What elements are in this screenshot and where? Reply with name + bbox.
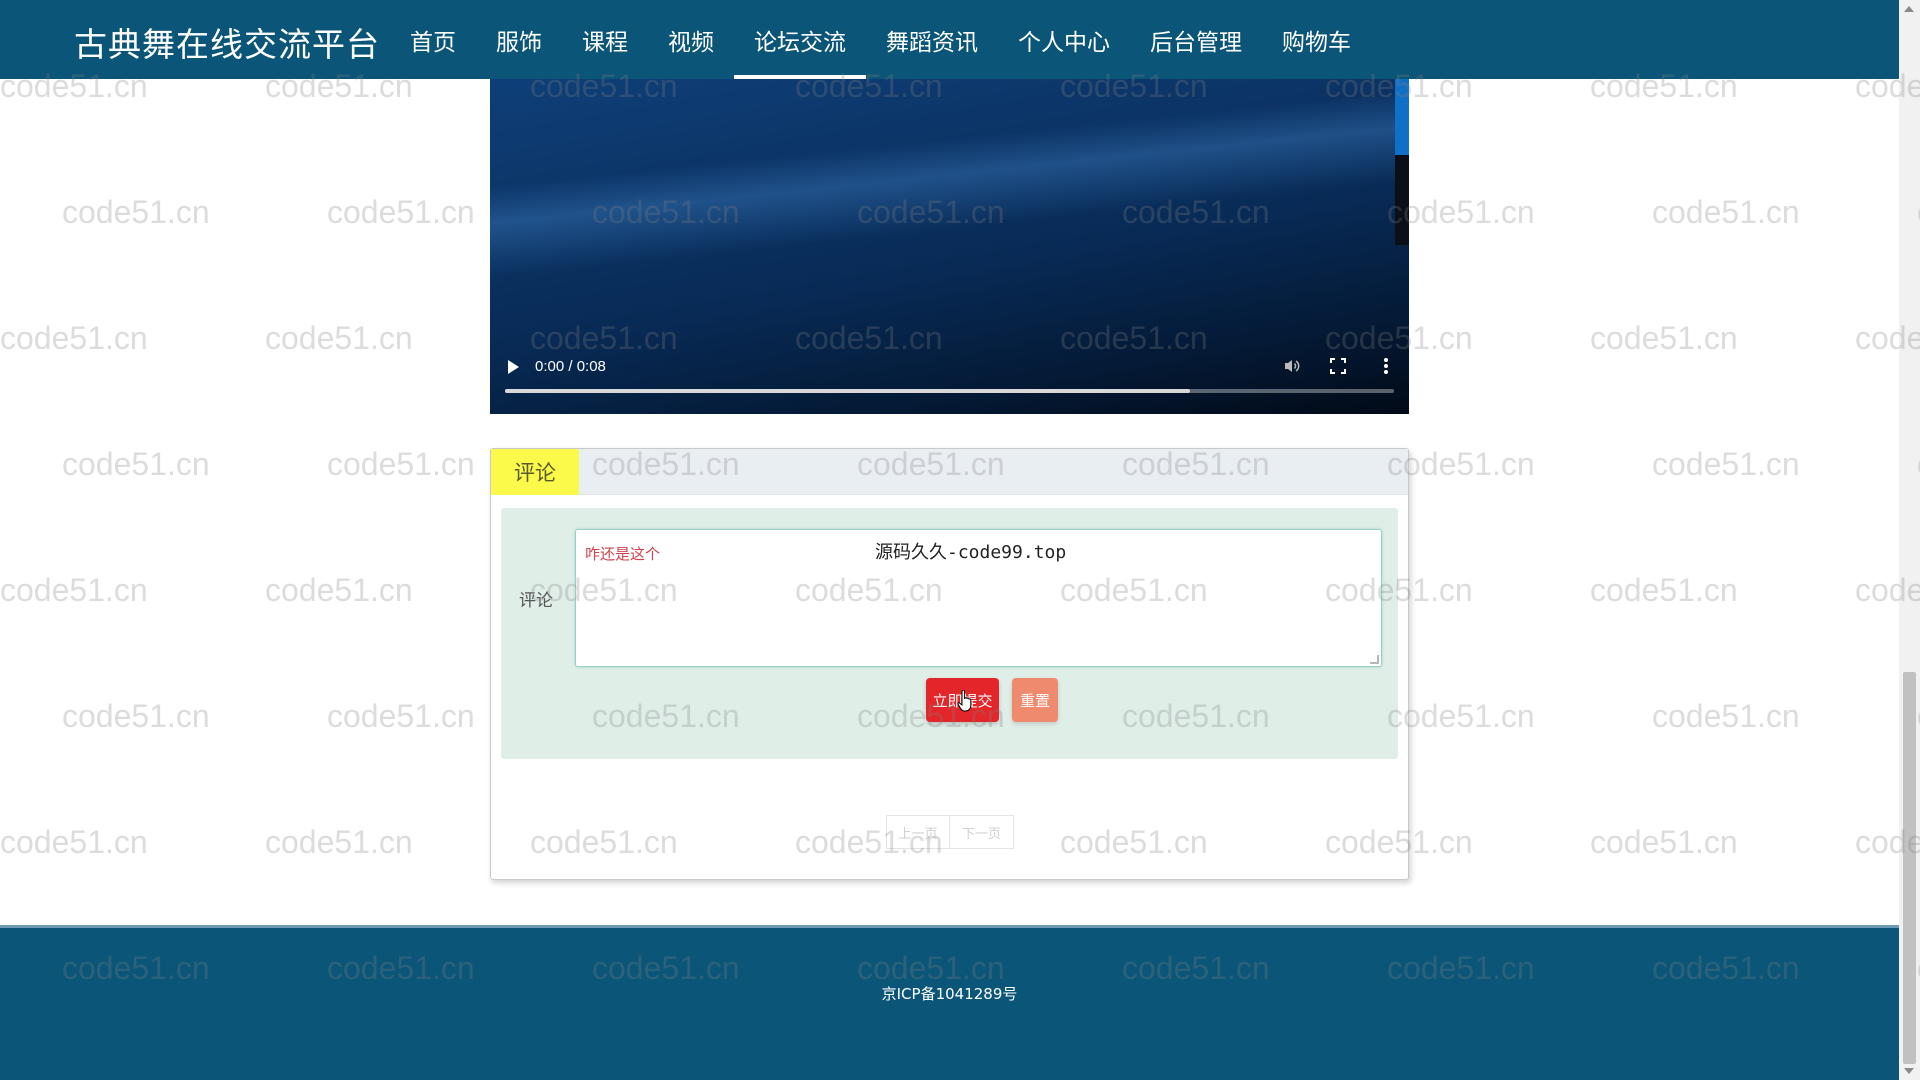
scroll-up-arrow-icon[interactable] <box>1904 6 1914 12</box>
nav-item-forum[interactable]: 论坛交流 <box>734 0 866 79</box>
nav-item-label: 课程 <box>582 29 628 56</box>
watermark-text: code51.cn <box>327 698 475 734</box>
scroll-thumb[interactable] <box>1903 672 1916 1064</box>
video-time: 0:00 / 0:08 <box>535 358 606 375</box>
watermark-text: code51.cn <box>0 824 148 860</box>
volume-icon[interactable] <box>1283 357 1301 375</box>
hand-cursor-icon <box>957 689 972 712</box>
comment-field-label: 评论 <box>519 591 553 611</box>
watermark-text: code51.cn <box>265 824 413 860</box>
resize-grip-icon[interactable] <box>1370 655 1379 664</box>
nav-item-video[interactable]: 视频 <box>648 0 734 79</box>
watermark-text: code51.cn <box>327 194 475 230</box>
watermark-text: code51.cn <box>1590 572 1738 608</box>
prev-page-button[interactable]: 上一页 <box>886 815 950 849</box>
nav-item-admin[interactable]: 后台管理 <box>1130 0 1262 79</box>
nav-item-label: 个人中心 <box>1018 29 1110 56</box>
reset-button[interactable]: 重置 <box>1012 678 1058 722</box>
watermark-text: code51.cn <box>62 698 210 734</box>
watermark-text: code51.cn <box>265 320 413 356</box>
video-frame-edge <box>1395 79 1409 155</box>
nav-item-personal-center[interactable]: 个人中心 <box>998 0 1130 79</box>
video-player[interactable]: 0:00 / 0:08 <box>490 79 1409 414</box>
comment-panel-title: 评论 <box>491 449 579 495</box>
nav-item-dance-news[interactable]: 舞蹈资讯 <box>866 0 998 79</box>
watermark-text: code51.cn <box>1387 446 1535 482</box>
watermark-text: code51.cn <box>1590 824 1738 860</box>
comment-panel: 评论 评论 咋还是这个 立即提交 重置 上一页 下一页 <box>490 448 1409 880</box>
nav-item-label: 首页 <box>410 29 456 56</box>
nav-item-course[interactable]: 课程 <box>562 0 648 79</box>
watermark-text: code51.cn <box>62 446 210 482</box>
watermark-text: code51.cn <box>1652 194 1800 230</box>
nav-item-label: 后台管理 <box>1150 29 1242 56</box>
watermark-text: code51.cn <box>1652 446 1800 482</box>
video-controls: 0:00 / 0:08 <box>490 334 1409 414</box>
more-options-icon[interactable] <box>1381 356 1391 376</box>
watermark-text: code51.cn <box>0 572 148 608</box>
fullscreen-icon[interactable] <box>1329 357 1347 375</box>
watermark-overlay-text: 源码久久-code99.top <box>875 542 1067 563</box>
watermark-text: code51.cn <box>62 194 210 230</box>
play-icon[interactable] <box>506 359 520 375</box>
site-footer: 京ICP备1041289号 <box>0 925 1899 1080</box>
nav-item-label: 购物车 <box>1282 29 1351 56</box>
page-scrollbar[interactable] <box>1899 0 1920 1080</box>
nav-item-label: 舞蹈资讯 <box>886 29 978 56</box>
main-nav: 首页 服饰 课程 视频 论坛交流 舞蹈资讯 个人中心 后台管理 购物车 <box>390 0 1371 79</box>
icp-record[interactable]: 京ICP备1041289号 <box>0 983 1899 1004</box>
nav-item-label: 论坛交流 <box>754 29 846 56</box>
comment-textarea-value: 咋还是这个 <box>585 545 661 563</box>
watermark-text: code51.cn <box>1387 698 1535 734</box>
nav-item-label: 视频 <box>668 29 714 56</box>
watermark-text: code51.cn <box>327 446 475 482</box>
nav-item-costume[interactable]: 服饰 <box>476 0 562 79</box>
watermark-text: code51.cn <box>265 572 413 608</box>
watermark-text: code51.cn <box>0 320 148 356</box>
site-brand[interactable]: 古典舞在线交流平台 <box>74 18 380 66</box>
video-progress-bar[interactable] <box>505 389 1394 393</box>
nav-item-cart[interactable]: 购物车 <box>1262 0 1371 79</box>
next-page-button[interactable]: 下一页 <box>950 815 1014 849</box>
watermark-text: code51.cn <box>1652 698 1800 734</box>
scroll-down-arrow-icon[interactable] <box>1904 1068 1914 1074</box>
nav-item-label: 服饰 <box>496 29 542 56</box>
watermark-text: code51.cn <box>1590 320 1738 356</box>
pagination: 上一页 下一页 <box>886 815 1014 849</box>
video-progress-fill <box>505 389 1190 393</box>
nav-item-home[interactable]: 首页 <box>390 0 476 79</box>
video-frame-highlight <box>490 86 1409 282</box>
top-navbar: 古典舞在线交流平台 首页 服饰 课程 视频 论坛交流 舞蹈资讯 个人中心 后台管… <box>0 0 1899 79</box>
comment-panel-header: 评论 <box>491 449 1408 495</box>
video-frame-edge-dark <box>1395 155 1409 245</box>
watermark-text: code51.cn <box>1387 194 1535 230</box>
